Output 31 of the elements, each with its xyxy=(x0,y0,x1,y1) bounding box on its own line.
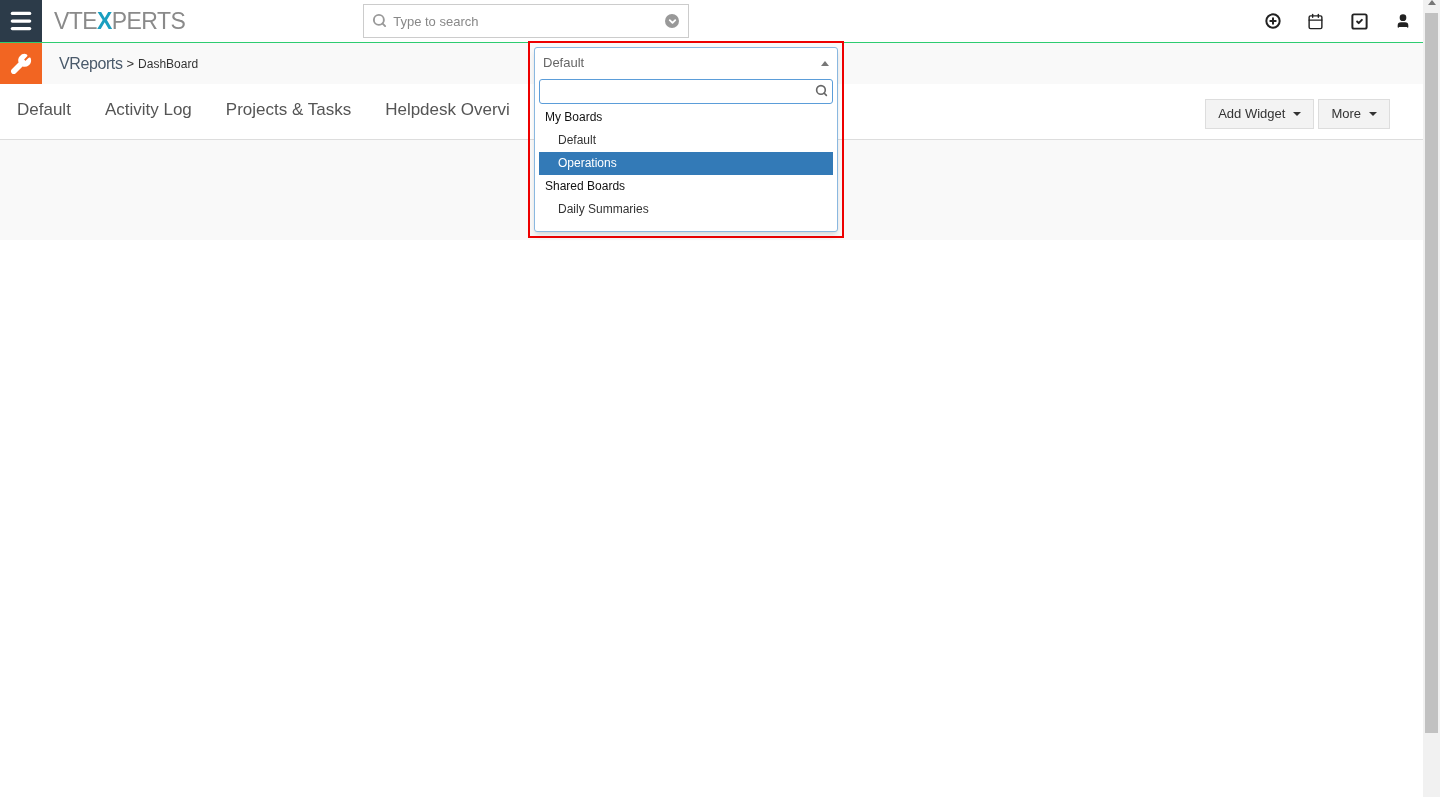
user-icon[interactable] xyxy=(1395,13,1411,29)
search-field[interactable]: Type to search xyxy=(363,4,690,38)
caret-icon xyxy=(1293,111,1302,116)
checkbox-icon[interactable] xyxy=(1350,11,1369,31)
board-select[interactable]: Default xyxy=(535,48,837,78)
action-button[interactable]: More xyxy=(1318,98,1390,129)
breadcrumb-page: DashBoard xyxy=(138,55,199,73)
scrollbar-thumb[interactable] xyxy=(1425,13,1438,733)
board-option[interactable]: Default xyxy=(539,129,833,152)
caret-icon xyxy=(821,60,829,66)
caret-icon xyxy=(1427,0,1436,5)
dashboard-tab[interactable]: Activity Log xyxy=(104,96,192,127)
dashboard-tab[interactable]: Helpdesk Overvi xyxy=(385,96,510,127)
menu-button[interactable] xyxy=(0,0,42,42)
calendar-icon[interactable] xyxy=(1307,12,1324,30)
dropdown-icon xyxy=(665,14,680,28)
group-label: Shared Boards xyxy=(544,178,627,195)
breadcrumb-separator: > xyxy=(126,54,135,73)
dashboard-tab[interactable]: Default xyxy=(17,96,71,127)
search-icon xyxy=(372,13,388,28)
add-icon[interactable] xyxy=(1265,13,1281,29)
dashboard-tab[interactable]: Projects & Tasks xyxy=(225,96,352,127)
board-option[interactable]: Operations xyxy=(539,152,833,175)
action-button[interactable]: Add Widget xyxy=(1205,98,1315,129)
board-option[interactable]: Daily Summaries xyxy=(539,198,833,221)
board-search-field[interactable] xyxy=(539,78,833,104)
group-label: My Boards xyxy=(544,109,604,126)
module-title[interactable]: VReports xyxy=(59,51,123,76)
search-icon xyxy=(815,84,828,97)
caret-icon xyxy=(1369,111,1377,116)
logo: VTEXPERTS xyxy=(54,6,186,36)
